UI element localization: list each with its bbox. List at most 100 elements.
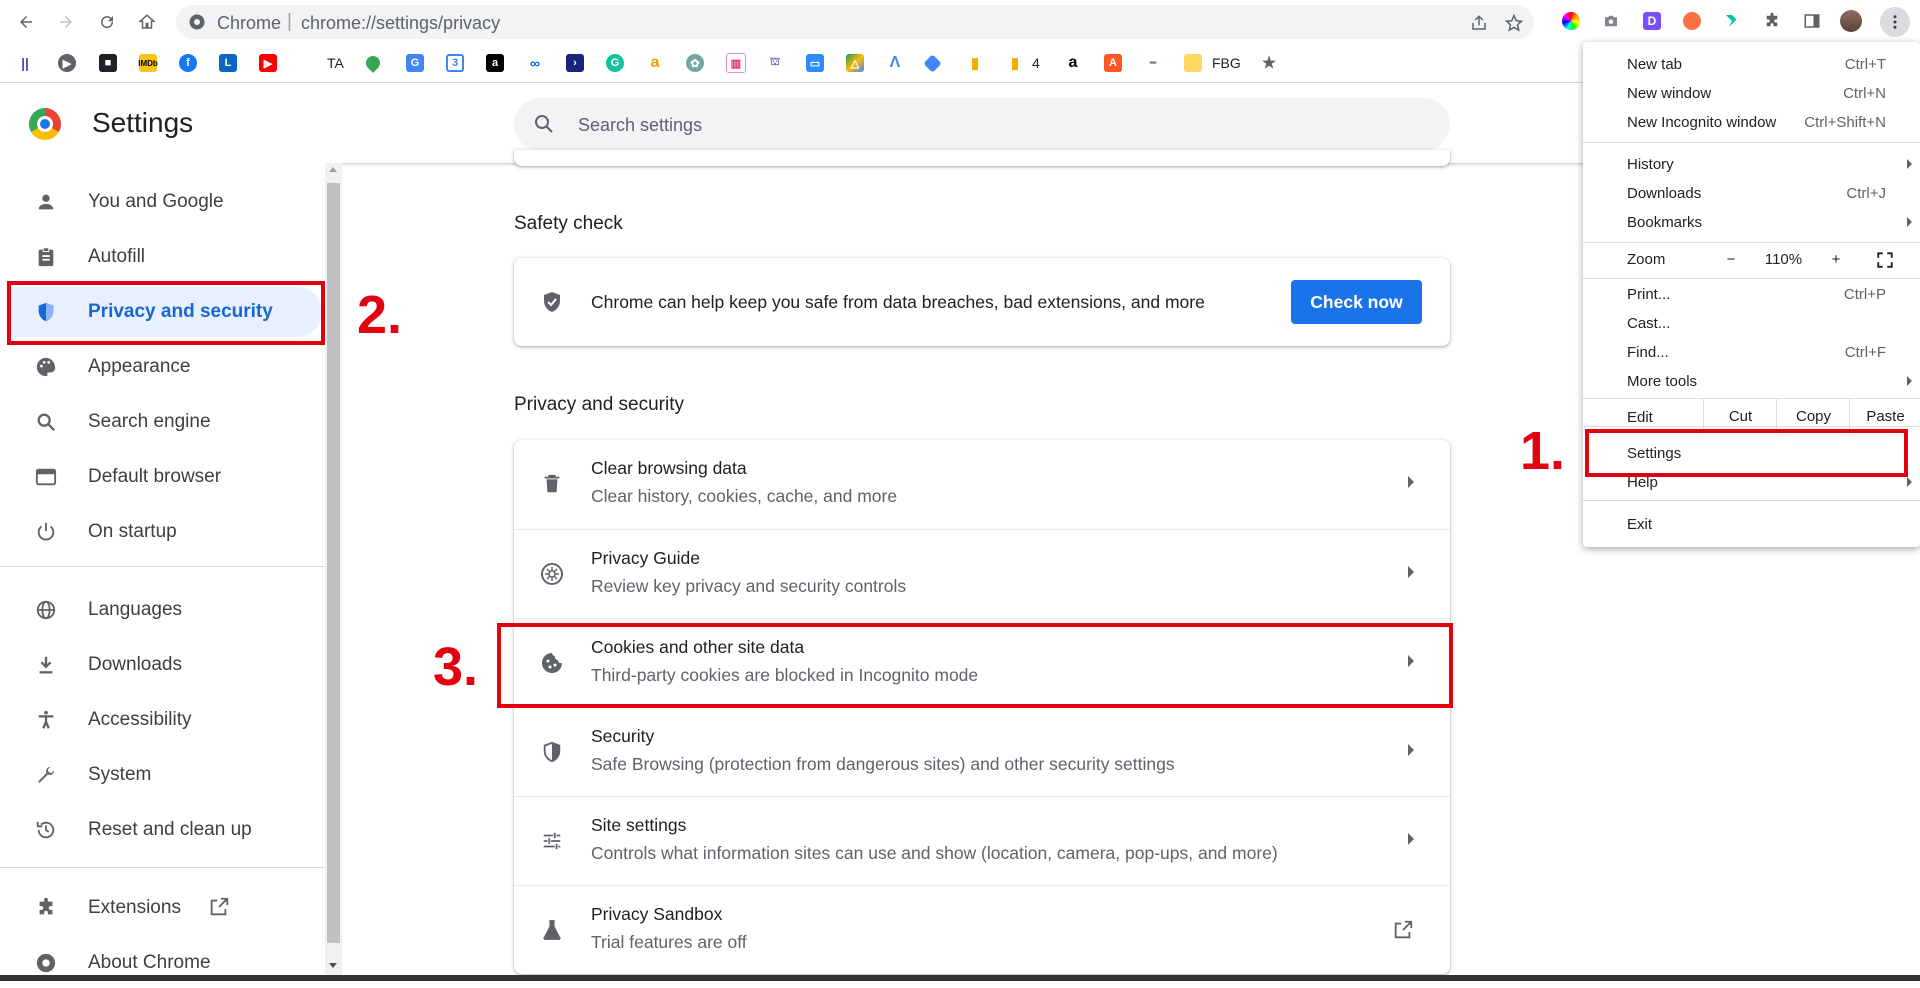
cap-bookmark-icon[interactable]: ⛫ [766,53,784,73]
sidebar-item-search-engine[interactable]: Search engine [8,397,322,447]
sidebar-item-you-and-google[interactable]: You and Google [8,177,322,227]
drive-bookmark-icon[interactable]: △ [846,53,864,73]
shortcut-incognito: Ctrl+Shift+N [1804,114,1886,131]
sidebar-item-default-browser[interactable]: Default browser [8,452,322,502]
analytics-4-bookmark[interactable]: ▮ 4 [1006,53,1040,73]
scroll-down-icon[interactable] [329,963,337,968]
d-extension-icon[interactable]: D [1641,10,1663,32]
more-menu-icon[interactable] [1880,7,1910,37]
sidebar-item-label: Search engine [88,411,211,432]
scroll-thumb[interactable] [327,183,340,943]
share-icon[interactable] [1468,12,1490,34]
address-bar[interactable]: Chrome | chrome://settings/privacy [176,5,1534,39]
menu-more-tools[interactable]: More tools [1627,373,1697,390]
sidebar-item-reset-and-clean-up[interactable]: Reset and clean up [8,805,322,855]
bird-extension-icon[interactable] [1721,10,1743,32]
menu-new-tab[interactable]: New tab [1627,56,1682,73]
reload-icon[interactable] [93,8,121,36]
row-privacy-sandbox[interactable]: Privacy Sandbox Trial features are off [514,885,1450,974]
profile-avatar[interactable] [1840,10,1862,32]
folder-fbg-bookmark[interactable]: FBG [1184,53,1241,73]
zoom-out-button[interactable]: − [1711,251,1751,268]
zoom-in-button[interactable]: + [1816,251,1856,268]
row-title: Privacy Guide [591,548,700,568]
sidebar-divider [0,867,325,868]
play-bookmark-icon[interactable]: ▶ [58,53,76,73]
menu-bookmarks[interactable]: Bookmarks [1627,214,1702,231]
accessibility-icon [34,708,58,732]
home-icon[interactable] [133,8,161,36]
fullscreen-icon[interactable] [1876,251,1894,274]
back-arrow-icon[interactable] [12,8,40,36]
link-bookmark-icon[interactable]: ━ [1144,53,1162,73]
fox-extension-icon[interactable] [1681,10,1703,32]
sidebar-item-downloads[interactable]: Downloads [8,640,322,690]
side-panel-icon[interactable] [1801,10,1823,32]
sidebar-item-system[interactable]: System [8,750,322,800]
submenu-arrow-icon [1907,477,1912,487]
privacy-security-heading: Privacy and security [514,394,685,415]
amazon-a-bookmark-icon[interactable]: a [486,53,504,73]
facebook-bookmark-icon[interactable]: f [179,53,197,73]
camera-extension-icon[interactable] [1600,10,1622,32]
a-red-bookmark-icon[interactable]: A [1104,53,1122,73]
arrow-bookmark-icon[interactable]: › [566,53,584,73]
puzzle-extensions-icon[interactable] [1761,10,1783,32]
menu-downloads[interactable]: Downloads [1627,185,1701,202]
menu-new-window[interactable]: New window [1627,85,1711,102]
sidebar-item-on-startup[interactable]: On startup [8,507,322,557]
row-clear-browsing-data[interactable]: Clear browsing data Clear history, cooki… [514,440,1450,529]
chatgpt-bookmark-icon[interactable]: ✿ [686,53,704,73]
ads-bookmark-icon[interactable]: Λ [886,53,904,73]
sidebar-item-appearance[interactable]: Appearance [8,342,322,392]
audio-bookmark-icon[interactable]: || [16,53,34,73]
sidebar-item-autofill[interactable]: Autofill [8,232,322,282]
grammarly-bookmark-icon[interactable]: G [606,53,624,73]
star-bookmark-icon[interactable]: ★ [1260,53,1278,73]
meta-bookmark-icon[interactable]: ∞ [526,53,544,73]
sidebar-item-extensions[interactable]: Extensions [8,883,322,933]
zoom-bookmark-icon[interactable]: ▭ [806,53,824,73]
bus-bookmark-icon[interactable]: ■ [99,53,117,73]
menu-find[interactable]: Find... [1627,344,1669,361]
translate-bookmark-icon[interactable]: G [406,53,424,73]
chevron-right-icon [1408,566,1414,578]
forward-arrow-icon[interactable] [52,8,80,36]
row-privacy-guide[interactable]: Privacy Guide Review key privacy and sec… [514,529,1450,619]
imdb-bookmark-icon[interactable]: IMDb [138,53,158,73]
annotation-box-privacy-security [7,281,325,345]
menu-new-incognito-window[interactable]: New Incognito window [1627,114,1776,131]
menu-cast[interactable]: Cast... [1627,315,1670,332]
search-input[interactable] [576,110,1380,140]
l-bookmark-icon[interactable]: L [219,53,237,73]
open-in-new-icon [208,896,230,924]
sidebar-item-languages[interactable]: Languages [8,585,322,635]
diamond-bookmark-icon[interactable] [923,53,942,73]
analytics-bookmark-icon[interactable]: ▮ [966,53,984,73]
maps-bookmark-icon[interactable] [363,53,383,73]
annotation-step-2: 2. [357,285,403,345]
menu-history[interactable]: History [1627,156,1674,173]
chevron-right-icon [1408,476,1414,488]
menu-divider [1583,500,1920,501]
search-box[interactable] [514,98,1450,151]
bookmark-star-icon[interactable] [1503,12,1525,34]
sidebar-item-accessibility[interactable]: Accessibility [8,695,322,745]
check-now-button[interactable]: Check now [1291,280,1422,324]
bookmark-ta[interactable]: TA [327,53,344,73]
sidebar-scrollbar[interactable] [325,163,342,981]
flask-icon [540,918,564,942]
chart-bookmark-icon[interactable]: ▥ [726,53,746,73]
row-security[interactable]: Security Safe Browsing (protection from … [514,707,1450,797]
youtube-bookmark-icon[interactable]: ▶ [259,53,277,73]
amazon-bookmark-icon[interactable]: a [1064,53,1082,73]
calendar-bookmark-icon[interactable]: 3 [446,53,464,73]
color-wheel-extension-icon[interactable] [1560,10,1582,32]
security-shield-icon [540,740,564,764]
menu-exit[interactable]: Exit [1627,516,1652,533]
a-orange-bookmark-icon[interactable]: a [646,53,664,73]
url-text[interactable]: chrome://settings/privacy [301,13,500,34]
scroll-up-icon[interactable] [329,167,337,172]
row-site-settings[interactable]: Site settings Controls what information … [514,796,1450,886]
menu-print[interactable]: Print... [1627,286,1670,303]
